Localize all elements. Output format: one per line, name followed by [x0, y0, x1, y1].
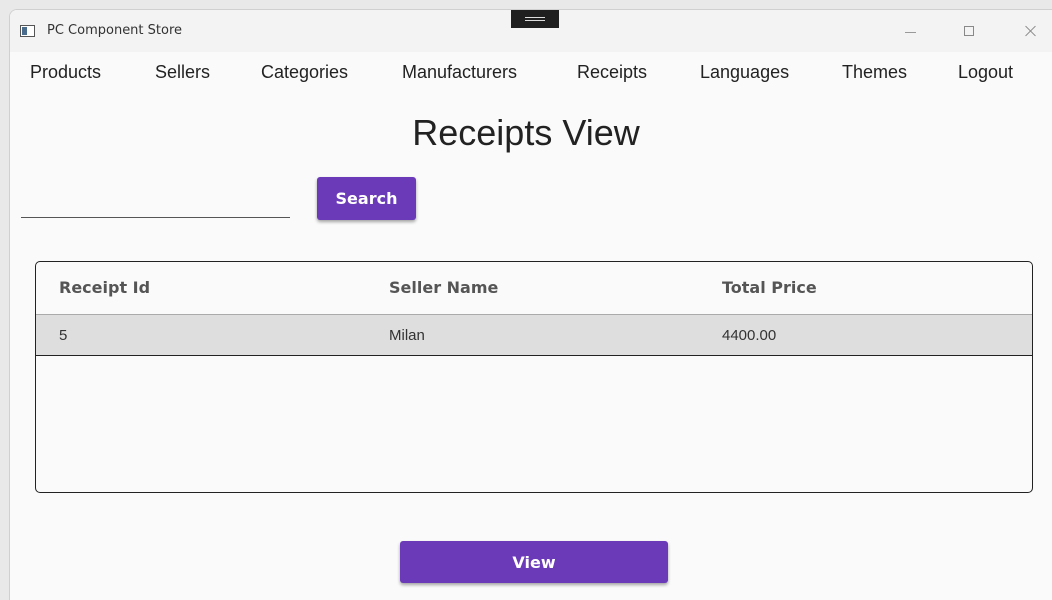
cell-seller-name: Milan [389, 327, 425, 344]
table-row[interactable]: 5 Milan 4400.00 [36, 314, 1032, 356]
column-header-total-price[interactable]: Total Price [722, 278, 817, 297]
search-button[interactable]: Search [317, 177, 416, 220]
title-bar[interactable]: PC Component Store [10, 10, 1052, 52]
app-icon [20, 25, 35, 37]
window-title: PC Component Store [47, 23, 183, 38]
nav-item-logout[interactable]: Logout [958, 62, 1013, 83]
cell-total-price: 4400.00 [722, 327, 777, 344]
nav-item-themes[interactable]: Themes [842, 62, 907, 83]
maximize-icon [964, 26, 974, 36]
column-header-seller-name[interactable]: Seller Name [389, 278, 498, 297]
nav-item-products[interactable]: Products [30, 62, 101, 83]
cell-receipt-id: 5 [59, 327, 68, 344]
page-title: Receipts View [412, 112, 640, 153]
close-icon [1025, 25, 1037, 37]
nav-item-receipts[interactable]: Receipts [577, 62, 647, 83]
maximize-button[interactable] [954, 18, 984, 44]
column-header-receipt-id[interactable]: Receipt Id [59, 278, 150, 297]
receipts-table: Receipt Id Seller Name Total Price 5 Mil… [35, 261, 1033, 493]
nav-item-languages[interactable]: Languages [700, 62, 789, 83]
nav-item-manufacturers[interactable]: Manufacturers [402, 62, 517, 83]
minimize-button[interactable] [895, 18, 925, 44]
close-button[interactable] [1016, 18, 1046, 44]
table-header: Receipt Id Seller Name Total Price [36, 262, 1032, 314]
search-input[interactable] [21, 196, 290, 218]
nav-item-categories[interactable]: Categories [261, 62, 348, 83]
drag-handle[interactable] [511, 10, 559, 28]
nav-item-sellers[interactable]: Sellers [155, 62, 210, 83]
minimize-icon [904, 31, 916, 33]
view-button[interactable]: View [400, 541, 668, 583]
